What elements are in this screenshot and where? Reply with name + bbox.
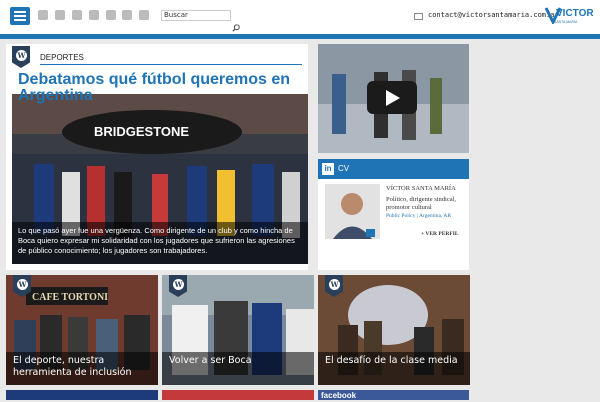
video-player[interactable]: [318, 44, 469, 153]
logo-subtitle: SANTA MARÍA: [554, 20, 578, 24]
article-caption: El deporte, nuestra herramienta de inclu…: [6, 352, 158, 385]
profile-description: Político, dirigente sindical, promotor c…: [386, 196, 457, 211]
cv-header: in CV: [318, 159, 469, 179]
profile-location[interactable]: Public Policy | Argentina, AR: [386, 213, 451, 219]
search-input[interactable]: Buscar: [161, 10, 231, 21]
feature-caption: Lo que pasó ayer fue una vergüenza. Como…: [12, 222, 308, 264]
cv-card: in CV VÍCTOR SANTA MARÍA Político, dirig…: [318, 159, 469, 270]
next-tile[interactable]: [6, 390, 158, 400]
blogger-icon[interactable]: [72, 10, 82, 20]
article-tile[interactable]: Volver a ser Boca: [162, 275, 314, 385]
twitter-icon[interactable]: [38, 10, 48, 20]
feature-article[interactable]: DEPORTES BRIDGESTONE Debatamos qué fútbo…: [6, 44, 308, 270]
play-button[interactable]: [367, 81, 417, 114]
flickr-icon[interactable]: [55, 10, 65, 20]
search-icon[interactable]: [232, 24, 240, 32]
feature-title[interactable]: Debatamos qué fútbol queremos en Argenti…: [18, 72, 308, 104]
next-tile[interactable]: [162, 390, 314, 400]
soundcloud-icon[interactable]: [122, 10, 132, 20]
section-label[interactable]: DEPORTES: [40, 53, 84, 62]
section-divider: [40, 64, 302, 65]
top-bar: Buscar contact@victorsantamaria.com.ar V…: [0, 0, 600, 34]
cafe-sign: CAFE TORTONI: [32, 292, 108, 303]
google-icon[interactable]: [106, 10, 116, 20]
logo-text: VICTOR: [556, 8, 594, 19]
linkedin-icon[interactable]: in: [322, 163, 334, 175]
article-tile[interactable]: CAFE TORTONI El deporte, nuestra herrami…: [6, 275, 158, 385]
stadium-sign: BRIDGESTONE: [94, 124, 189, 139]
profile-name: VÍCTOR SANTA MARÍA: [386, 185, 456, 192]
wordpress-badge-icon: [12, 46, 30, 68]
menu-icon[interactable]: [10, 7, 30, 25]
youtube-icon[interactable]: [139, 10, 149, 20]
logo[interactable]: VICTOR SANTA MARÍA: [544, 6, 594, 24]
article-caption: El desafío de la clase media: [318, 352, 470, 385]
profile-photo[interactable]: [325, 184, 380, 239]
share-icon[interactable]: [89, 10, 99, 20]
view-profile-link[interactable]: + VER PERFIL: [421, 231, 459, 237]
contact-email[interactable]: contact@victorsantamaria.com.ar: [428, 11, 559, 19]
article-tile[interactable]: El desafío de la clase media: [318, 275, 470, 385]
mail-icon: [414, 13, 423, 20]
article-caption: Volver a ser Boca: [162, 352, 314, 385]
header-stripe: [0, 34, 600, 39]
facebook-widget[interactable]: facebook: [318, 390, 469, 400]
cv-title: CV: [338, 164, 350, 173]
